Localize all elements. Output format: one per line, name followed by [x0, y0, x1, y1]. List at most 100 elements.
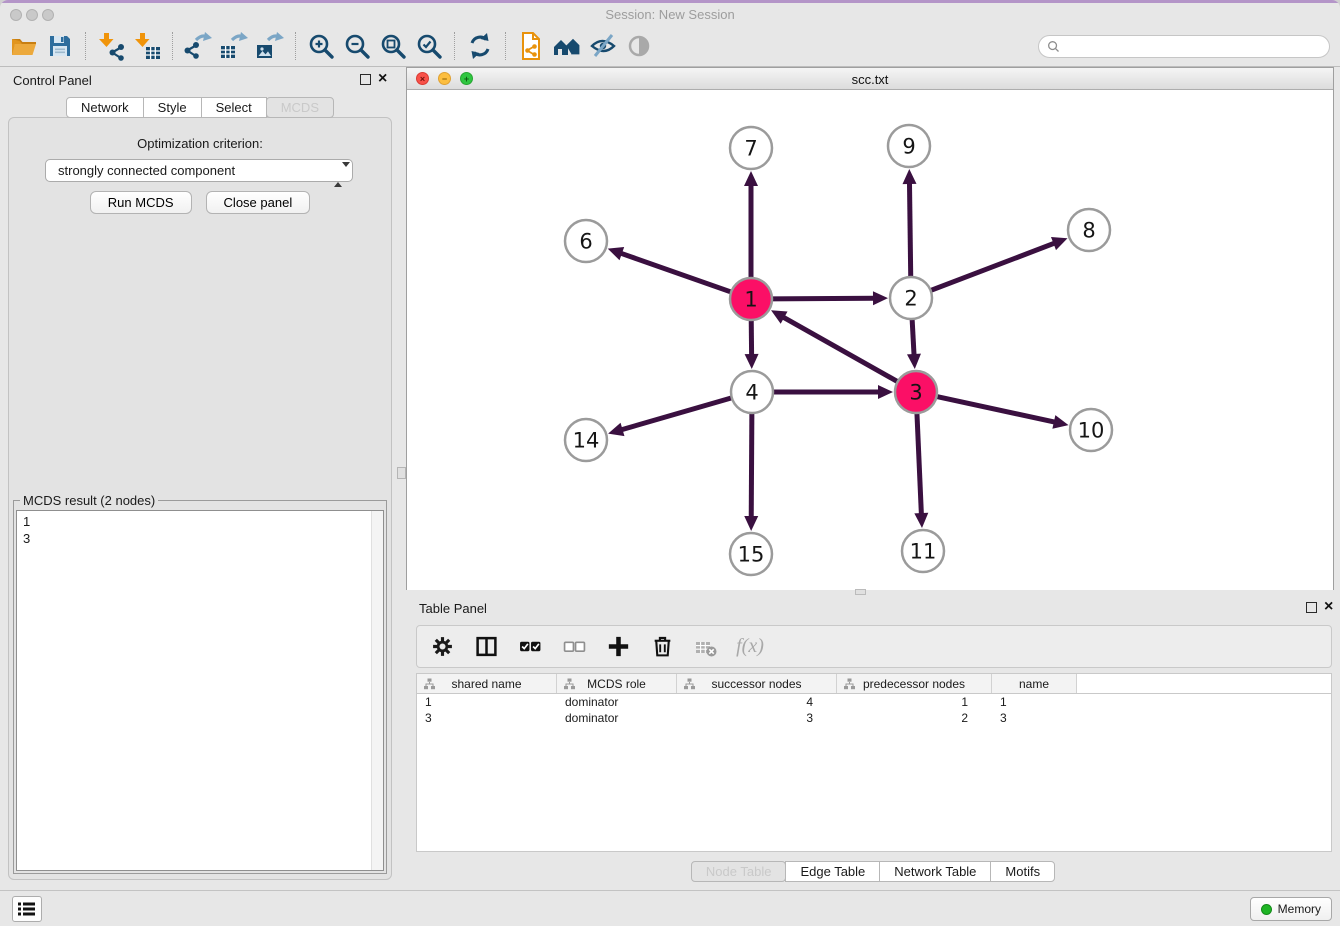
- list-icon: [17, 901, 37, 917]
- column-header-shared-name[interactable]: shared name: [417, 674, 557, 693]
- graph-node-3[interactable]: 3: [895, 371, 937, 413]
- tab-select[interactable]: Select: [201, 97, 267, 118]
- toolbar-separator: [454, 32, 455, 60]
- tree-icon: [683, 678, 696, 690]
- graph-node-2[interactable]: 2: [890, 277, 932, 319]
- graph-node-10[interactable]: 10: [1070, 409, 1112, 451]
- close-panel-icon[interactable]: ×: [378, 70, 387, 88]
- graph-node-9[interactable]: 9: [888, 125, 930, 167]
- toolbar-separator: [172, 32, 173, 60]
- save-session-icon[interactable]: [42, 30, 78, 62]
- tree-icon: [563, 678, 576, 690]
- graph-edge-3-11[interactable]: [917, 411, 922, 515]
- graph-edge-3-10[interactable]: [935, 396, 1056, 422]
- cell-mcds-role: dominator: [557, 711, 677, 725]
- cell-predecessor-nodes: 1: [837, 695, 992, 709]
- column-header-name[interactable]: name: [992, 674, 1077, 693]
- show-columns-icon[interactable]: [469, 630, 503, 664]
- import-network-icon[interactable]: [93, 30, 129, 62]
- tree-icon: [423, 678, 436, 690]
- network-canvas[interactable]: 1 2 3 4 6 7 8 9 10 11 14 15: [407, 90, 1333, 590]
- graph-edge-2-8[interactable]: [929, 243, 1056, 291]
- tab-node-table[interactable]: Node Table: [691, 861, 787, 882]
- graph-node-label: 9: [902, 135, 915, 159]
- float-panel-icon[interactable]: [360, 74, 371, 85]
- graph-edge-4-15[interactable]: [751, 411, 752, 518]
- column-header-predecessor-nodes[interactable]: predecessor nodes: [837, 674, 992, 693]
- tab-edge-table[interactable]: Edge Table: [785, 861, 880, 882]
- zoom-in-icon[interactable]: [303, 30, 339, 62]
- graph-node-8[interactable]: 8: [1068, 209, 1110, 251]
- add-column-icon[interactable]: [601, 630, 635, 664]
- graph-edge-1-6[interactable]: [620, 253, 733, 293]
- zoom-out-icon[interactable]: [339, 30, 375, 62]
- graph-node-4[interactable]: 4: [731, 371, 773, 413]
- refresh-layout-icon[interactable]: [462, 30, 498, 62]
- mcds-result-title: MCDS result (2 nodes): [20, 493, 158, 508]
- graph-node-label: 6: [579, 230, 592, 254]
- criterion-dropdown[interactable]: strongly connected component: [45, 159, 353, 182]
- cell-name: 3: [992, 711, 1077, 725]
- table-row[interactable]: 1 dominator 4 1 1: [417, 694, 1331, 710]
- first-neighbors-icon[interactable]: [549, 30, 585, 62]
- graph-node-15[interactable]: 15: [730, 533, 772, 575]
- delete-table-icon[interactable]: [689, 630, 723, 664]
- export-network-icon[interactable]: [180, 30, 216, 62]
- export-table-icon[interactable]: [216, 30, 252, 62]
- column-header-mcds-role[interactable]: MCDS role: [557, 674, 677, 693]
- dropdown-chevrons-icon: [334, 164, 343, 185]
- cell-shared-name: 3: [417, 711, 557, 725]
- graph-edge-2-9[interactable]: [909, 182, 910, 279]
- float-table-panel-icon[interactable]: [1306, 602, 1317, 613]
- tab-motifs[interactable]: Motifs: [990, 861, 1055, 882]
- column-header-successor-nodes[interactable]: successor nodes: [677, 674, 837, 693]
- close-panel-button[interactable]: Close panel: [206, 191, 311, 214]
- vertical-splitter-grip[interactable]: [397, 467, 406, 479]
- mcds-result-text[interactable]: 1 3: [16, 510, 384, 871]
- graph-node-label: 2: [904, 287, 917, 311]
- graph-edge-4-14[interactable]: [621, 397, 734, 430]
- cell-successor-nodes: 3: [677, 711, 837, 725]
- cell-successor-nodes: 4: [677, 695, 837, 709]
- result-scrollbar[interactable]: [371, 511, 383, 870]
- zoom-fit-icon[interactable]: [375, 30, 411, 62]
- graph-node-11[interactable]: 11: [902, 530, 944, 572]
- tab-network-table[interactable]: Network Table: [879, 861, 991, 882]
- table-header-row: shared name MCDS role successor nodes pr…: [417, 674, 1331, 694]
- graph-node-label: 8: [1082, 219, 1095, 243]
- graph-node-6[interactable]: 6: [565, 220, 607, 262]
- table-options-gear-icon[interactable]: [425, 630, 459, 664]
- function-builder-icon[interactable]: f(x): [733, 630, 767, 664]
- graph-node-label: 15: [738, 543, 765, 567]
- graph-edge-1-2[interactable]: [770, 298, 875, 299]
- tab-style[interactable]: Style: [143, 97, 202, 118]
- hide-selected-icon[interactable]: [585, 30, 621, 62]
- graph-edge-arrowhead: [903, 169, 917, 184]
- deselect-all-icon[interactable]: [557, 630, 591, 664]
- task-history-button[interactable]: [12, 896, 42, 922]
- graph-edge-2-3[interactable]: [912, 317, 914, 356]
- graph-node-7[interactable]: 7: [730, 127, 772, 169]
- table-row[interactable]: 3 dominator 3 2 3: [417, 710, 1331, 726]
- zoom-selected-icon[interactable]: [411, 30, 447, 62]
- graph-node-1[interactable]: 1: [730, 278, 772, 320]
- delete-column-icon[interactable]: [645, 630, 679, 664]
- export-image-icon[interactable]: [252, 30, 288, 62]
- memory-button[interactable]: Memory: [1250, 897, 1332, 921]
- tab-network[interactable]: Network: [66, 97, 144, 118]
- memory-label: Memory: [1278, 902, 1321, 916]
- graph-node-14[interactable]: 14: [565, 419, 607, 461]
- graphics-details-icon[interactable]: [621, 30, 657, 62]
- run-mcds-button[interactable]: Run MCDS: [90, 191, 192, 214]
- graph-edge-3-1[interactable]: [782, 317, 899, 383]
- search-input[interactable]: [1065, 38, 1321, 54]
- search-box[interactable]: [1038, 35, 1330, 58]
- close-table-panel-icon[interactable]: ×: [1324, 598, 1333, 616]
- network-window-titlebar[interactable]: × − + scc.txt: [407, 68, 1333, 90]
- duplicate-network-icon[interactable]: [513, 30, 549, 62]
- import-table-icon[interactable]: [129, 30, 165, 62]
- tab-mcds[interactable]: MCDS: [266, 97, 334, 118]
- open-session-icon[interactable]: [6, 30, 42, 62]
- select-all-icon[interactable]: [513, 630, 547, 664]
- toolbar-separator: [295, 32, 296, 60]
